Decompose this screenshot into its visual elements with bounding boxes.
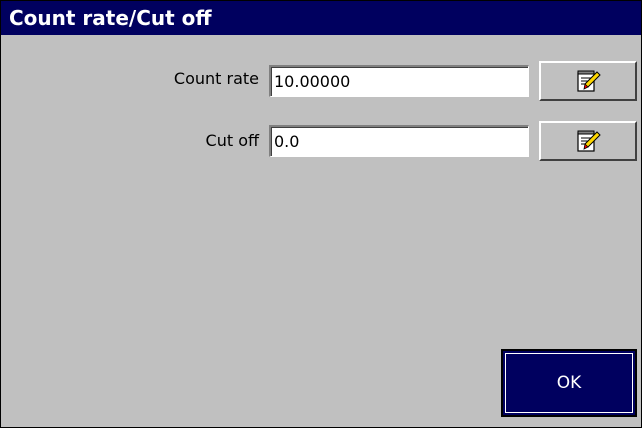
dialog-window: Count rate/Cut off Count rate 10.00000 C…	[0, 0, 642, 428]
cut-off-edit-button[interactable]	[539, 121, 637, 161]
count-rate-edit-button[interactable]	[539, 61, 637, 101]
cut-off-label: Cut off	[205, 131, 259, 150]
count-rate-field[interactable]: 10.00000	[269, 65, 529, 97]
count-rate-label: Count rate	[173, 69, 259, 88]
cut-off-field[interactable]: 0.0	[269, 125, 529, 157]
ok-button[interactable]: OK	[501, 349, 637, 417]
dialog-title: Count rate/Cut off	[1, 1, 641, 35]
notepad-edit-icon	[574, 128, 602, 154]
notepad-edit-icon	[574, 68, 602, 94]
